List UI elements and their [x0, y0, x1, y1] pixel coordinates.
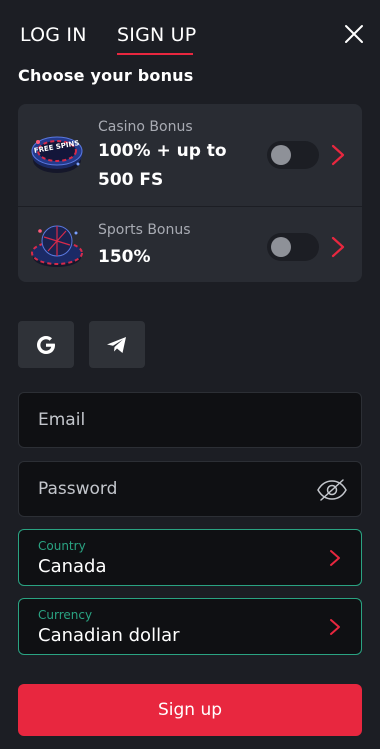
chevron-right-icon [330, 550, 340, 566]
sports-ball-icon [31, 225, 83, 267]
sports-bonus-toggle[interactable] [267, 233, 319, 261]
country-value: Canada [38, 556, 107, 577]
casino-bonus-toggle[interactable] [267, 141, 319, 169]
telegram-login-button[interactable] [89, 321, 145, 368]
password-placeholder: Password [38, 479, 118, 499]
toggle-knob [271, 145, 291, 165]
chevron-right-icon[interactable] [331, 236, 345, 258]
chevron-right-icon [330, 619, 340, 635]
google-icon [37, 336, 55, 354]
currency-select[interactable]: Currency Canadian dollar [18, 598, 362, 655]
country-select[interactable]: Country Canada [18, 529, 362, 586]
close-icon[interactable] [344, 24, 364, 44]
sign-up-button[interactable]: Sign up [18, 684, 362, 736]
email-field[interactable]: Email [18, 392, 362, 448]
email-placeholder: Email [38, 410, 86, 430]
bonus-card: FREE SPINS Casino Bonus 100% + up to 500… [18, 104, 362, 282]
casino-chip-icon: FREE SPINS [31, 136, 83, 173]
chevron-right-icon[interactable] [331, 144, 345, 166]
section-title: Choose your bonus [18, 66, 194, 85]
active-tab-indicator [117, 53, 193, 55]
country-label: Country [38, 539, 86, 553]
bonus-subtitle: Sports Bonus [98, 222, 191, 238]
bonus-title: 150% [98, 247, 151, 267]
toggle-knob [271, 237, 291, 257]
password-field[interactable]: Password [18, 461, 362, 517]
currency-label: Currency [38, 608, 93, 622]
currency-value: Canadian dollar [38, 625, 180, 646]
bonus-option-casino[interactable]: FREE SPINS Casino Bonus 100% + up to 500… [18, 104, 362, 207]
tab-signup[interactable]: SIGN UP [117, 24, 196, 46]
bonus-subtitle: Casino Bonus [98, 119, 193, 135]
tab-login[interactable]: LOG IN [20, 24, 87, 46]
auth-tabs: LOG IN SIGN UP [20, 24, 364, 64]
google-login-button[interactable] [18, 321, 74, 368]
bonus-option-sports[interactable]: Sports Bonus 150% [18, 207, 362, 282]
bonus-title: 100% + up to 500 FS [98, 141, 227, 190]
eye-off-icon[interactable] [316, 478, 348, 502]
telegram-icon [107, 337, 126, 353]
